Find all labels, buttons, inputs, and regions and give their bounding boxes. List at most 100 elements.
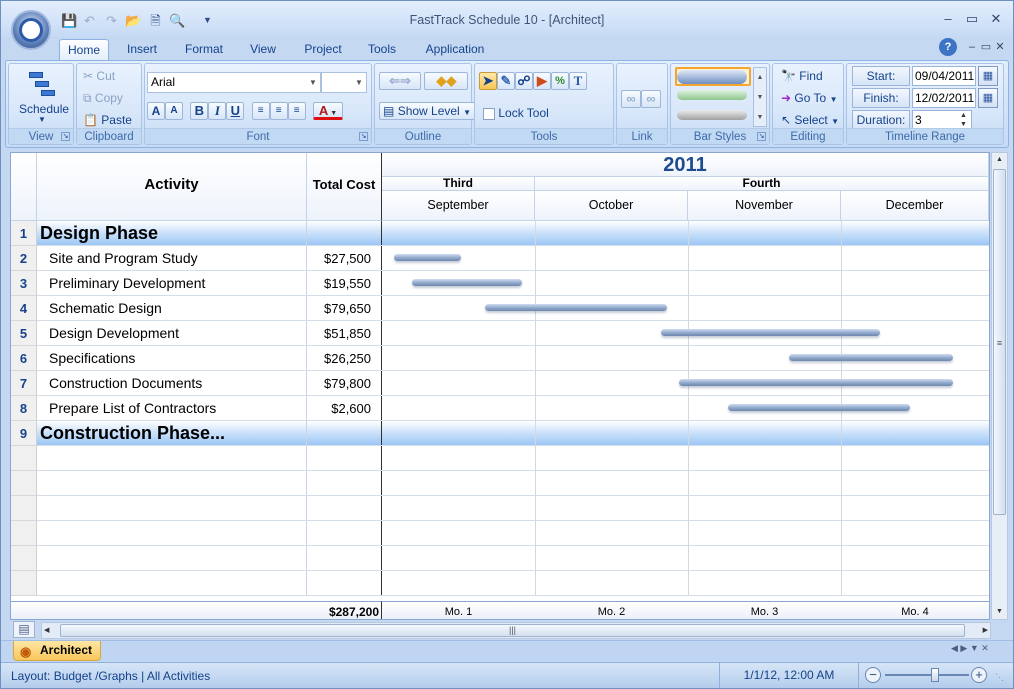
calendar-icon[interactable]: ▦: [978, 66, 998, 86]
align-left-button[interactable]: ≡: [251, 102, 270, 120]
scroll-right-icon[interactable]: ▶: [974, 623, 988, 638]
draw-bar-tool-icon[interactable]: ✎: [497, 72, 515, 90]
tab-home[interactable]: Home: [59, 39, 109, 61]
table-row[interactable]: Specifications $26,250: [37, 346, 989, 371]
gantt-bar[interactable]: [394, 254, 461, 261]
pointer-tool-icon[interactable]: ➤: [479, 72, 497, 90]
shrink-font-button[interactable]: A: [165, 102, 183, 120]
activity-cell[interactable]: Specifications: [37, 346, 307, 370]
scroll-thumb[interactable]: |||: [60, 624, 965, 637]
link-tool-icon[interactable]: ☍: [515, 72, 533, 90]
scroll-up-icon[interactable]: ▲: [992, 153, 1007, 167]
layout-tab-architect[interactable]: ◉ Architect: [13, 641, 101, 661]
duration-spinner[interactable]: ▲ ▼: [960, 111, 967, 129]
row-number[interactable]: [11, 446, 37, 471]
table-row[interactable]: [37, 496, 989, 521]
table-row[interactable]: Prepare List of Contractors $2,600: [37, 396, 989, 421]
minimize-button[interactable]: –: [937, 10, 959, 28]
row-number[interactable]: [11, 496, 37, 521]
row-number[interactable]: 9: [11, 421, 37, 446]
activity-cell[interactable]: Construction Documents: [37, 371, 307, 395]
calendar-icon[interactable]: ▦: [978, 88, 998, 108]
close-button[interactable]: ✕: [985, 10, 1007, 28]
table-row[interactable]: Schematic Design $79,650: [37, 296, 989, 321]
column-header-total-cost[interactable]: Total Cost: [307, 153, 382, 221]
split-view-icon[interactable]: ▤: [13, 621, 35, 638]
table-row[interactable]: Preliminary Development $19,550: [37, 271, 989, 296]
resize-grip-icon[interactable]: ⋱: [995, 672, 1004, 683]
row-number[interactable]: 1: [11, 221, 37, 246]
undo-icon[interactable]: ↶: [81, 12, 98, 29]
activity-cell[interactable]: Preliminary Development: [37, 271, 307, 295]
cost-cell[interactable]: $2,600: [307, 396, 382, 420]
activity-cell[interactable]: [37, 521, 307, 545]
cost-cell[interactable]: [307, 471, 382, 495]
show-level-button[interactable]: ▤ Show Level ▼: [379, 102, 475, 120]
layout-nav-icons[interactable]: ◀ ▶ ▼ ✕: [951, 643, 989, 654]
bar-style-green[interactable]: [677, 90, 747, 100]
outdent-indent-button[interactable]: ⇐⇒: [379, 72, 421, 90]
table-row[interactable]: [37, 521, 989, 546]
ribbon-close-button[interactable]: ✕: [989, 38, 1011, 56]
print-preview-icon[interactable]: 🔍: [169, 12, 186, 29]
expand-collapse-button[interactable]: ◆◆: [424, 72, 469, 90]
gantt-bar[interactable]: [661, 329, 880, 336]
cost-cell[interactable]: $51,850: [307, 321, 382, 345]
bar-styles-scroll[interactable]: ▲ ▼ ▼: [753, 67, 767, 127]
zoom-in-icon[interactable]: +: [971, 667, 987, 683]
table-row[interactable]: [37, 471, 989, 496]
align-center-button[interactable]: ≡: [269, 102, 288, 120]
phase-row[interactable]: Construction Phase...: [37, 421, 989, 446]
tab-view[interactable]: View: [243, 39, 283, 61]
schedule-dropdown-icon[interactable]: ▼: [38, 115, 46, 124]
table-row[interactable]: Site and Program Study $27,500: [37, 246, 989, 271]
cost-cell[interactable]: [307, 496, 382, 520]
cost-cell[interactable]: $79,800: [307, 371, 382, 395]
activity-cell[interactable]: [37, 446, 307, 470]
horizontal-scrollbar[interactable]: ◀ ||| ▶: [41, 622, 991, 639]
cost-cell[interactable]: [307, 221, 382, 245]
select-button[interactable]: ↖ Select ▼: [781, 113, 839, 127]
zoom-slider[interactable]: [885, 668, 969, 682]
tab-insert[interactable]: Insert: [119, 39, 165, 61]
activity-cell[interactable]: Construction Phase...: [37, 421, 307, 445]
row-number[interactable]: 4: [11, 296, 37, 321]
help-icon[interactable]: ?: [939, 38, 957, 56]
gantt-bar[interactable]: [679, 379, 953, 386]
cost-cell[interactable]: [307, 571, 382, 595]
table-row[interactable]: Design Development $51,850: [37, 321, 989, 346]
row-number[interactable]: 7: [11, 371, 37, 396]
activity-cell[interactable]: [37, 496, 307, 520]
cost-cell[interactable]: [307, 521, 382, 545]
gantt-bar[interactable]: [412, 279, 522, 286]
activity-cell[interactable]: Schematic Design: [37, 296, 307, 320]
schedule-button[interactable]: Schedule: [19, 102, 69, 116]
activity-cell[interactable]: [37, 546, 307, 570]
text-tool-icon[interactable]: T: [569, 72, 587, 90]
row-number[interactable]: 5: [11, 321, 37, 346]
cost-cell[interactable]: $27,500: [307, 246, 382, 270]
cost-cell[interactable]: [307, 421, 382, 445]
row-number[interactable]: 3: [11, 271, 37, 296]
bar-style-blue[interactable]: [677, 70, 747, 84]
font-family-combo[interactable]: Arial ▼: [147, 72, 321, 93]
finish-date-field[interactable]: 12/02/2011: [912, 88, 976, 108]
scroll-thumb[interactable]: ≡: [993, 169, 1006, 515]
gantt-bar[interactable]: [727, 404, 911, 411]
application-orb-button[interactable]: [11, 10, 51, 50]
cost-cell[interactable]: [307, 446, 382, 470]
bar-style-gray[interactable]: [677, 110, 747, 120]
new-icon[interactable]: 🗎: [147, 12, 164, 29]
font-color-button[interactable]: A ▼: [313, 102, 344, 120]
grow-font-button[interactable]: A: [147, 102, 165, 120]
cost-cell[interactable]: $19,550: [307, 271, 382, 295]
percent-tool-icon[interactable]: %: [551, 72, 569, 90]
table-row[interactable]: Construction Documents $79,800: [37, 371, 989, 396]
column-header-activity[interactable]: Activity: [37, 153, 307, 221]
tab-tools[interactable]: Tools: [361, 39, 403, 61]
activity-cell[interactable]: [37, 571, 307, 595]
cost-cell[interactable]: $79,650: [307, 296, 382, 320]
copy-button[interactable]: ⧉ Copy: [83, 91, 123, 106]
row-number[interactable]: 2: [11, 246, 37, 271]
table-row[interactable]: [37, 446, 989, 471]
